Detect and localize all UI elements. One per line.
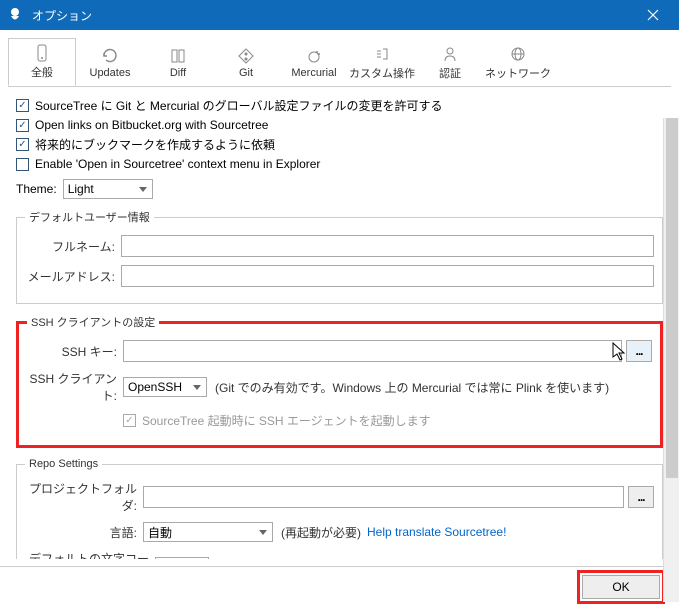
tab-network[interactable]: ネットワーク [484, 38, 552, 86]
allow-global-config-checkbox[interactable] [16, 99, 29, 112]
mercurial-icon [305, 47, 323, 65]
ssh-client-select[interactable]: OpenSSH [123, 377, 207, 397]
allow-global-config-label: SourceTree に Git と Mercurial のグローバル設定ファイ… [35, 97, 442, 114]
button-bar: OK [0, 566, 679, 606]
ssh-key-browse-button[interactable]: ... [626, 340, 652, 362]
project-folder-label: プロジェクトフォルダ: [25, 480, 143, 514]
app-logo-icon [6, 6, 24, 24]
tab-git[interactable]: Git [212, 38, 280, 86]
fullname-input[interactable] [121, 235, 654, 257]
tab-strip: 全般 Updates Diff Git Mercurial カスタム操作 認証 [8, 38, 671, 87]
ssh-key-input[interactable] [123, 340, 622, 362]
language-note: (再起動が必要) [281, 524, 361, 541]
ssh-autostart-label: SourceTree 起動時に SSH エージェントを起動します [142, 412, 431, 429]
auth-icon [441, 45, 459, 63]
tab-auth[interactable]: 認証 [416, 38, 484, 86]
tab-mercurial[interactable]: Mercurial [280, 38, 348, 86]
repo-settings-group: Repo Settings プロジェクトフォルダ: ... 言語: 自動 (再起… [16, 458, 663, 559]
translate-link[interactable]: Help translate Sourcetree! [367, 525, 506, 539]
ssh-key-label: SSH キー: [27, 343, 123, 360]
tab-general[interactable]: 全般 [8, 38, 76, 86]
updates-icon [101, 47, 119, 65]
general-panel: SourceTree に Git と Mercurial のグローバル設定ファイ… [8, 87, 671, 559]
diff-icon [169, 47, 187, 65]
ok-highlight: OK [577, 570, 665, 604]
ok-button[interactable]: OK [582, 575, 660, 599]
encoding-label: デフォルトの文字コード: [25, 550, 155, 559]
project-folder-input[interactable] [143, 486, 624, 508]
email-label: メールアドレス: [25, 268, 121, 285]
ssh-client-group: SSH クライアントの設定 SSH キー: ... SSH クライアント: Op… [16, 314, 663, 448]
project-folder-browse-button[interactable]: ... [628, 486, 654, 508]
bookmark-checkbox[interactable] [16, 138, 29, 151]
theme-label: Theme: [16, 182, 57, 196]
default-user-legend: デフォルトユーザー情報 [25, 209, 154, 225]
scrollbar-thumb[interactable] [666, 118, 678, 478]
ssh-client-legend: SSH クライアントの設定 [27, 314, 159, 330]
tab-custom[interactable]: カスタム操作 [348, 38, 416, 86]
close-button[interactable] [633, 0, 673, 30]
ssh-client-label: SSH クライアント: [27, 370, 123, 404]
title-bar: オプション [0, 0, 679, 30]
repo-settings-legend: Repo Settings [25, 458, 102, 470]
window-title: オプション [32, 7, 633, 24]
git-icon [237, 47, 255, 65]
language-select[interactable]: 自動 [143, 522, 273, 542]
language-label: 言語: [25, 524, 143, 541]
tab-diff[interactable]: Diff [144, 38, 212, 86]
encoding-select[interactable]: utf-8 [155, 557, 209, 559]
general-icon [33, 44, 51, 62]
fullname-label: フルネーム: [25, 238, 121, 255]
theme-select[interactable]: Light [63, 179, 153, 199]
ssh-client-note: (Git でのみ有効です。Windows 上の Mercurial では常に P… [215, 379, 609, 396]
network-icon [509, 45, 527, 63]
custom-icon [373, 45, 391, 63]
open-links-checkbox[interactable] [16, 119, 29, 132]
tab-updates[interactable]: Updates [76, 38, 144, 86]
ssh-autostart-checkbox [123, 414, 136, 427]
explorer-menu-label: Enable 'Open in Sourcetree' context menu… [35, 157, 320, 171]
email-input[interactable] [121, 265, 654, 287]
vertical-scrollbar[interactable] [663, 118, 679, 602]
default-user-group: デフォルトユーザー情報 フルネーム: メールアドレス: [16, 209, 663, 304]
open-links-label: Open links on Bitbucket.org with Sourcet… [35, 118, 268, 132]
explorer-menu-checkbox[interactable] [16, 158, 29, 171]
bookmark-label: 将来的にブックマークを作成するように依頼 [35, 136, 275, 153]
